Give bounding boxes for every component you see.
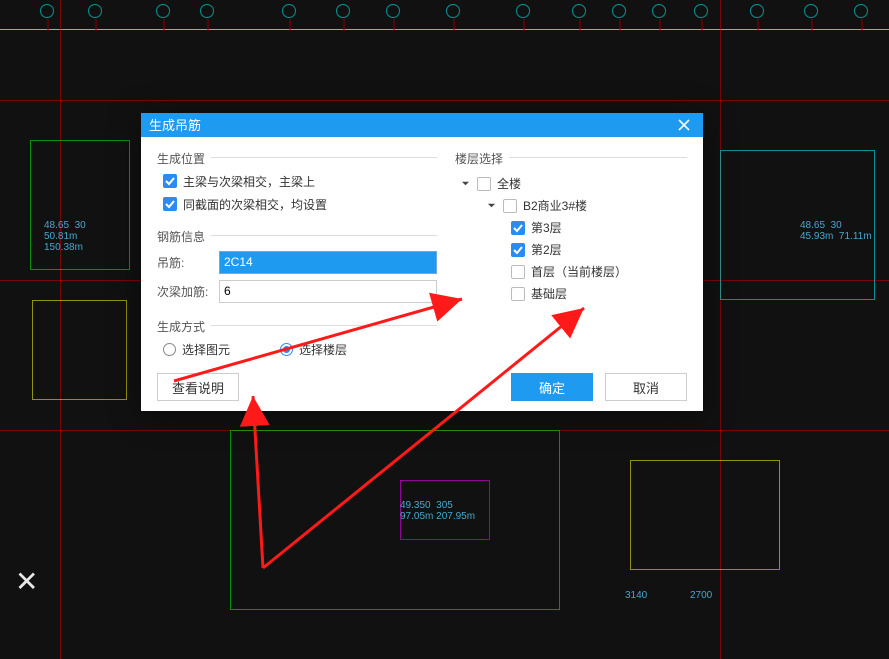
checkbox-label: 同截面的次梁相交，均设置: [183, 196, 327, 213]
cad-cursor: ✕: [15, 565, 38, 598]
tree-checkbox-floor1[interactable]: [511, 265, 525, 279]
group-rebar-label: 钢筋信息: [157, 230, 205, 244]
radio-label: 选择图元: [182, 341, 230, 358]
dialog-title: 生成吊筋: [149, 115, 201, 134]
tree-row-building[interactable]: B2商业3#楼: [455, 195, 687, 217]
hanger-field-label: 吊筋:: [157, 254, 213, 271]
dialog-footer: 查看说明 确定 取消: [141, 370, 703, 411]
radio-select-element[interactable]: 选择图元: [163, 341, 230, 358]
tree-row-floor[interactable]: 第2层: [455, 239, 687, 261]
group-floor-select: 楼层选择 全楼 B2商业3#楼: [455, 147, 687, 305]
tree-label: 第2层: [531, 241, 562, 258]
tree-label: 全楼: [497, 175, 521, 192]
tree-label: 基础层: [531, 285, 567, 302]
collapse-icon[interactable]: [459, 178, 471, 190]
tree-row-floor[interactable]: 首层（当前楼层）: [455, 261, 687, 283]
generate-hanger-dialog: 生成吊筋 生成位置 主梁与次梁相交，主梁上 同截面的次梁相交，均设置 钢: [141, 113, 703, 411]
radio-select-floor[interactable]: 选择楼层: [280, 341, 347, 358]
cancel-button[interactable]: 取消: [605, 373, 687, 401]
tree-checkbox-root[interactable]: [477, 177, 491, 191]
help-button[interactable]: 查看说明: [157, 373, 239, 401]
secondary-rebar-input[interactable]: [219, 280, 437, 303]
ok-button[interactable]: 确定: [511, 373, 593, 401]
hanger-input[interactable]: [219, 251, 437, 274]
secondary-field-label: 次梁加筋:: [157, 283, 213, 300]
dialog-titlebar[interactable]: 生成吊筋: [141, 113, 703, 137]
tree-checkbox-floor2[interactable]: [511, 243, 525, 257]
tree-row-floor[interactable]: 基础层: [455, 283, 687, 305]
floor-tree: 全楼 B2商业3#楼 第3层 第2层: [455, 173, 687, 305]
tree-checkbox-building[interactable]: [503, 199, 517, 213]
tree-checkbox-basement[interactable]: [511, 287, 525, 301]
collapse-icon[interactable]: [485, 200, 497, 212]
tree-row-floor[interactable]: 第3层: [455, 217, 687, 239]
tree-checkbox-floor3[interactable]: [511, 221, 525, 235]
checkbox-label: 主梁与次梁相交，主梁上: [183, 173, 315, 190]
checkbox-primary-secondary[interactable]: [163, 174, 177, 188]
cad-ruler: [0, 0, 889, 30]
tree-label: B2商业3#楼: [523, 197, 587, 214]
group-floor-label: 楼层选择: [455, 152, 503, 166]
tree-label: 首层（当前楼层）: [531, 263, 627, 280]
group-method: 生成方式 选择图元 选择楼层: [157, 315, 437, 358]
group-position: 生成位置 主梁与次梁相交，主梁上 同截面的次梁相交，均设置: [157, 147, 437, 213]
group-method-label: 生成方式: [157, 320, 205, 334]
radio-label: 选择楼层: [299, 341, 347, 358]
tree-label: 第3层: [531, 219, 562, 236]
group-position-label: 生成位置: [157, 152, 205, 166]
tree-row-root[interactable]: 全楼: [455, 173, 687, 195]
close-icon[interactable]: [673, 114, 695, 136]
group-rebar-info: 钢筋信息 吊筋: 次梁加筋:: [157, 225, 437, 303]
checkbox-same-section[interactable]: [163, 197, 177, 211]
